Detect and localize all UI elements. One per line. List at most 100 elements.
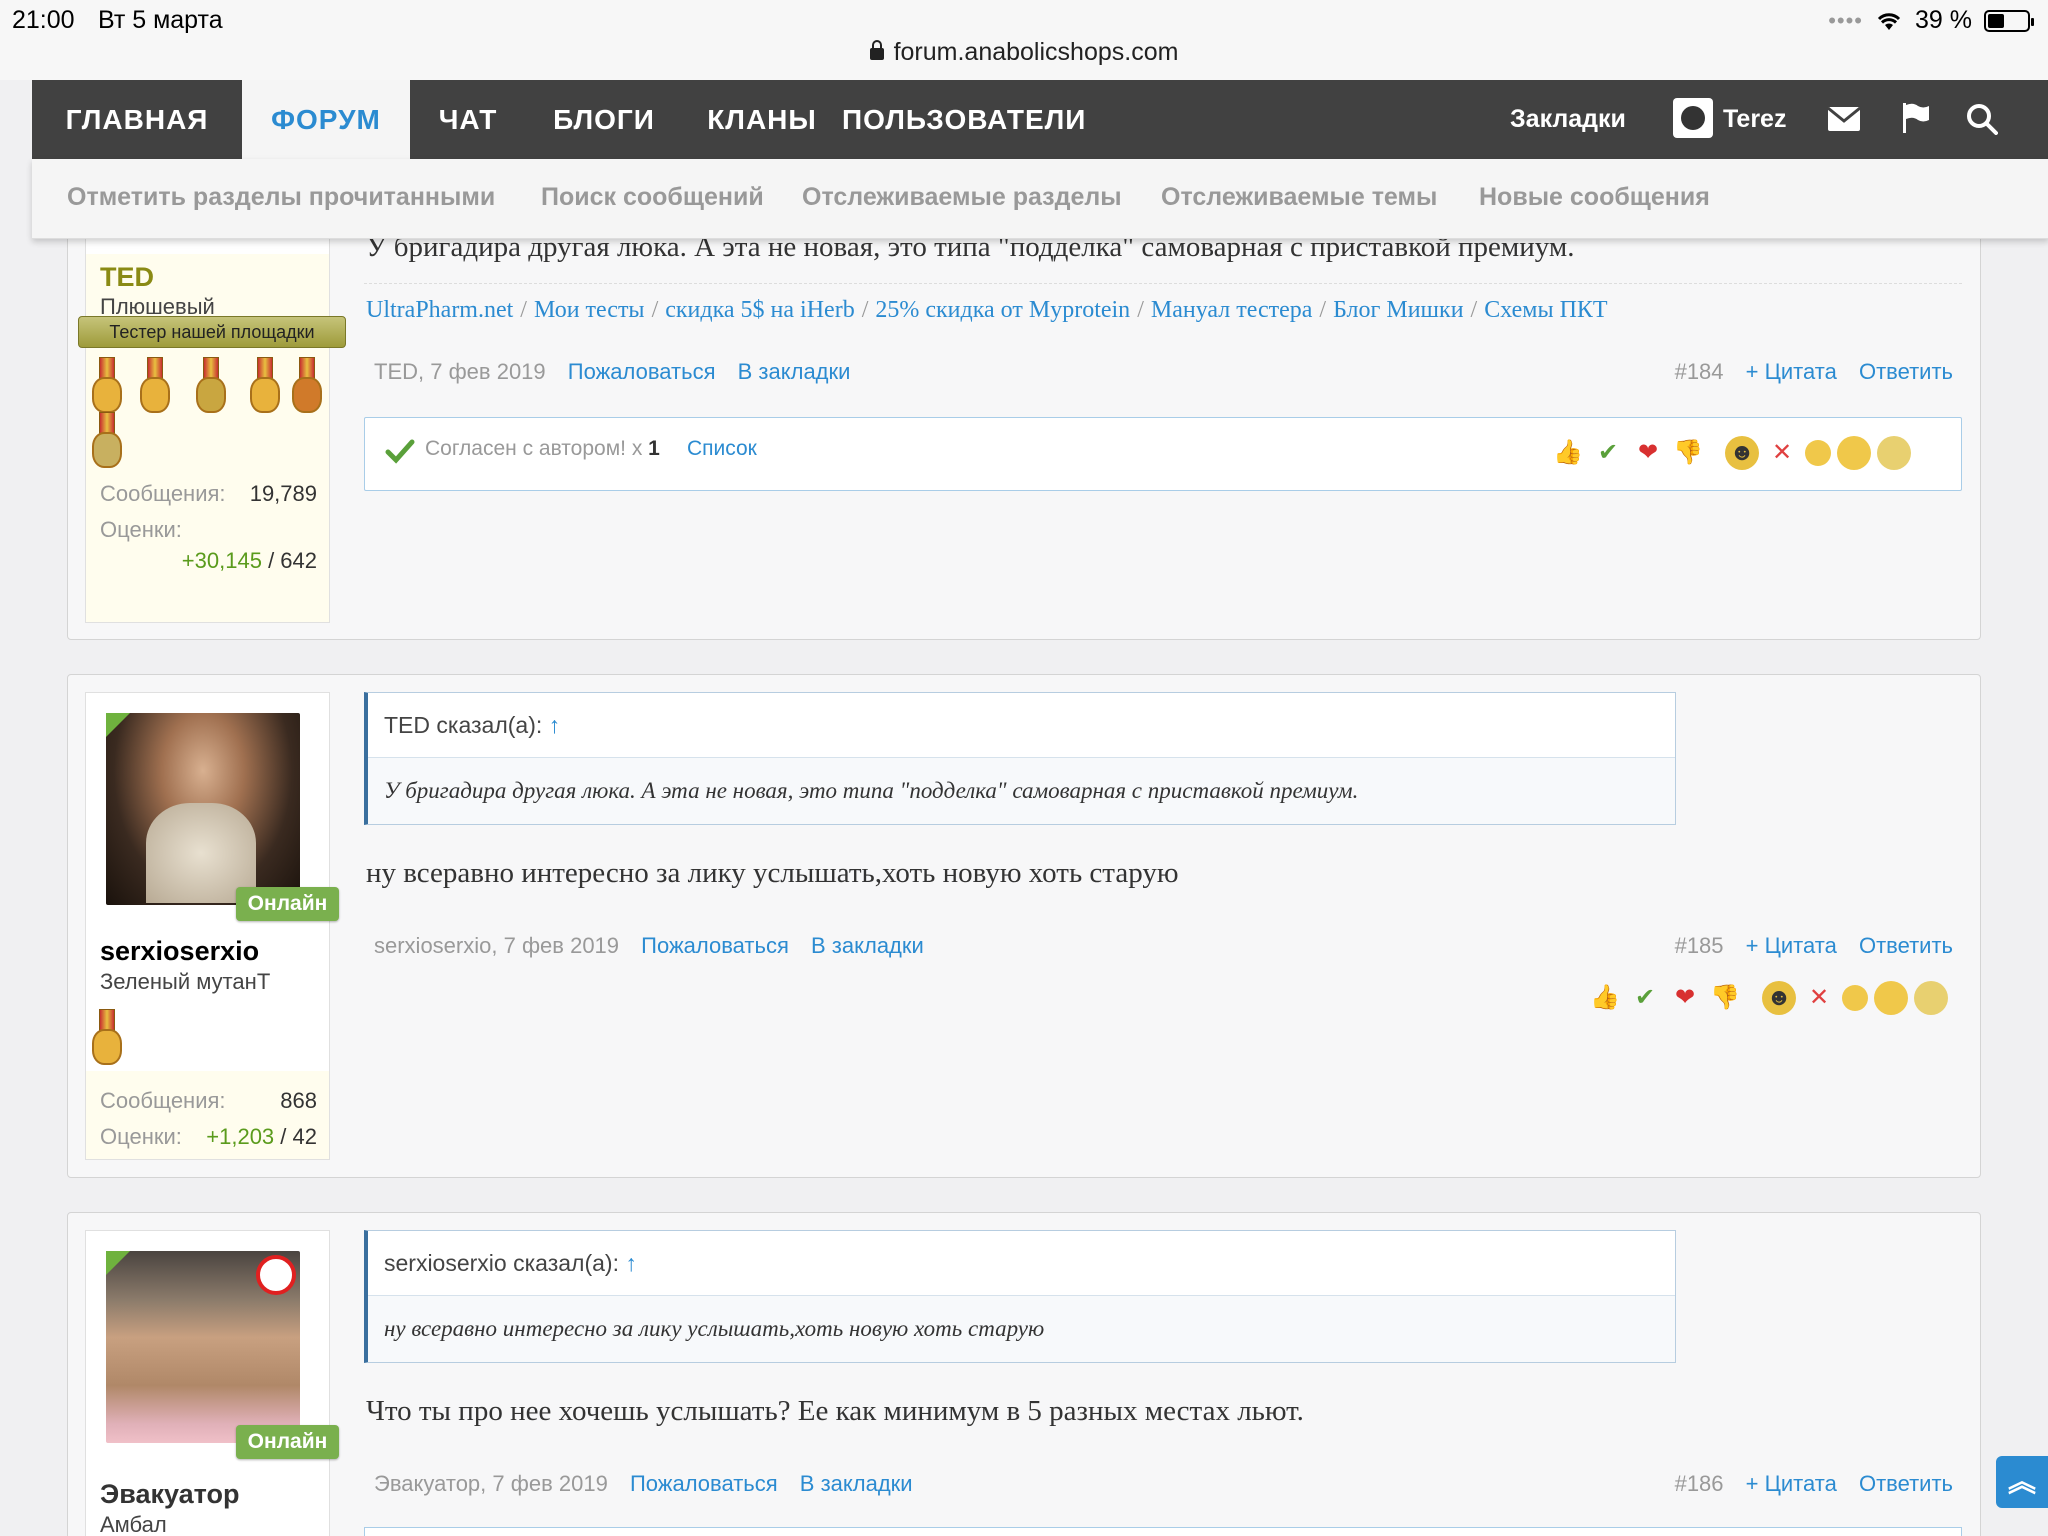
- agree-check-icon[interactable]: ✔: [1591, 436, 1625, 470]
- author-name[interactable]: Эвакуатор: [100, 1479, 240, 1510]
- user-info-ted: TED Плюшевый Тестер нашей площадки Сообщ…: [78, 177, 346, 623]
- post-number[interactable]: #185: [1675, 933, 1724, 958]
- post-186: Онлайн Эвакуатор Амбал serxioserxio сказ…: [67, 1212, 1981, 1536]
- messages-count[interactable]: 868: [280, 1088, 317, 1114]
- shocked-icon[interactable]: [1914, 981, 1948, 1015]
- likes-list-link[interactable]: Список: [687, 437, 757, 461]
- cross-icon[interactable]: ✕: [1802, 981, 1836, 1015]
- user-avatar[interactable]: [1673, 98, 1713, 138]
- tab-chat[interactable]: ЧАТ: [410, 80, 526, 159]
- sig-link[interactable]: Мои тесты: [534, 297, 645, 323]
- sig-link[interactable]: Мануал тестера: [1151, 297, 1313, 323]
- bookmark-link[interactable]: В закладки: [800, 1471, 913, 1496]
- watched-threads-link[interactable]: Отслеживаемые темы: [1161, 183, 1437, 212]
- sig-link[interactable]: Блог Мишки: [1333, 297, 1463, 323]
- post-byline[interactable]: Эвакуатор, 7 фев 2019: [374, 1471, 608, 1496]
- user-info-serxioserxio: Онлайн serxioserxio Зеленый мутанТ Сообщ…: [85, 692, 339, 1160]
- messages-count[interactable]: 19,789: [250, 481, 317, 507]
- sig-link[interactable]: UltraPharm.net: [366, 297, 513, 323]
- quote-block: serxioserxio сказал(а): ↑ ну всеравно ин…: [364, 1230, 1676, 1363]
- sig-link[interactable]: Схемы ПКТ: [1484, 297, 1607, 323]
- heart-icon[interactable]: ❤: [1668, 981, 1702, 1015]
- post-meta: TED, 7 фев 2019 Пожаловаться В закладки: [374, 359, 850, 385]
- post-number[interactable]: #186: [1675, 1471, 1724, 1496]
- wifi-icon: [1877, 12, 1901, 30]
- new-posts-link[interactable]: Новые сообщения: [1479, 183, 1710, 212]
- quote-author: TED сказал(а):: [384, 712, 543, 738]
- tab-forum[interactable]: ФОРУМ: [242, 80, 410, 159]
- post-byline[interactable]: serxioserxio, 7 фев 2019: [374, 933, 619, 958]
- bookmarks-link[interactable]: Закладки: [1510, 80, 1626, 159]
- watched-forums-link[interactable]: Отслеживаемые разделы: [802, 183, 1122, 212]
- award-icon: [90, 412, 124, 470]
- post-actions: #184 + Цитата Ответить: [1675, 359, 1953, 385]
- messages-label: Сообщения:: [100, 1088, 226, 1113]
- sig-link[interactable]: скидка 5$ на iHerb: [665, 297, 854, 323]
- soldier-smiley-icon[interactable]: ☻: [1725, 436, 1759, 470]
- author-name[interactable]: serxioserxio: [100, 936, 259, 967]
- cross-icon[interactable]: ✕: [1765, 436, 1799, 470]
- thumbs-up-icon[interactable]: 👍: [1588, 981, 1622, 1015]
- search-messages-link[interactable]: Поиск сообщений: [541, 183, 764, 212]
- shocked-icon[interactable]: [1877, 436, 1911, 470]
- tab-users[interactable]: ПОЛЬЗОВАТЕЛИ: [842, 80, 1086, 159]
- reply-button[interactable]: Ответить: [1859, 933, 1953, 958]
- avatar[interactable]: [106, 713, 300, 905]
- check-icon: [385, 439, 415, 464]
- award-icon: [194, 357, 228, 415]
- agree-check-icon[interactable]: ✔: [1628, 981, 1662, 1015]
- tab-home[interactable]: ГЛАВНАЯ: [32, 80, 242, 159]
- mail-icon[interactable]: [1827, 106, 1861, 132]
- online-corner: [106, 713, 130, 737]
- reactions: 👍 ✔ ❤ 👎 ☻ ✕: [1551, 436, 1911, 470]
- soldier-smiley-icon[interactable]: ☻: [1762, 981, 1796, 1015]
- award-icon: [90, 1009, 124, 1067]
- bookmark-link[interactable]: В закладки: [738, 359, 851, 384]
- mark-read-link[interactable]: Отметить разделы прочитанными: [67, 183, 495, 212]
- tab-blogs[interactable]: БЛОГИ: [526, 80, 682, 159]
- report-link[interactable]: Пожаловаться: [568, 359, 716, 384]
- quote-button[interactable]: + Цитата: [1746, 933, 1837, 958]
- thumbs-up-icon[interactable]: 👍: [1551, 436, 1585, 470]
- battery-percent: 39 %: [1915, 6, 1972, 34]
- flag-icon[interactable]: [1901, 102, 1931, 134]
- user-title: Зеленый мутанТ: [100, 969, 271, 994]
- sad-icon[interactable]: [1837, 436, 1871, 470]
- post-actions: #185 + Цитата Ответить: [1675, 933, 1953, 959]
- reply-button[interactable]: Ответить: [1859, 1471, 1953, 1496]
- online-badge: Онлайн: [236, 1425, 339, 1459]
- search-icon[interactable]: [1966, 103, 1998, 135]
- award-icon: [290, 357, 324, 415]
- author-name[interactable]: TED: [100, 262, 154, 293]
- reply-button[interactable]: Ответить: [1859, 359, 1953, 384]
- bookmark-link[interactable]: В закладки: [811, 933, 924, 958]
- scroll-to-top-button[interactable]: ︽: [1996, 1456, 2048, 1508]
- battery-icon: [1984, 9, 2034, 32]
- post-number[interactable]: #184: [1675, 359, 1724, 384]
- smile-icon[interactable]: [1805, 440, 1831, 466]
- heart-icon[interactable]: ❤: [1631, 436, 1665, 470]
- post-byline[interactable]: TED, 7 фев 2019: [374, 359, 546, 384]
- quote-header: serxioserxio сказал(а): ↑: [368, 1231, 1675, 1296]
- quote-header: TED сказал(а): ↑: [368, 693, 1675, 758]
- url-bar[interactable]: forum.anabolicshops.com: [0, 38, 2048, 67]
- report-link[interactable]: Пожаловаться: [630, 1471, 778, 1496]
- quote-jump-arrow-icon[interactable]: ↑: [549, 712, 561, 738]
- tab-clans[interactable]: КЛАНЫ: [682, 80, 842, 159]
- sig-link[interactable]: 25% скидка от Myprotein: [875, 297, 1130, 323]
- online-badge: Онлайн: [236, 887, 339, 921]
- report-link[interactable]: Пожаловаться: [641, 933, 789, 958]
- status-right: •••• 39 %: [1828, 6, 2034, 35]
- post-message: Что ты про нее хочешь услышать? Ее как м…: [366, 1395, 1304, 1427]
- quote-button[interactable]: + Цитата: [1746, 359, 1837, 384]
- quote-button[interactable]: + Цитата: [1746, 1471, 1837, 1496]
- user-menu[interactable]: Terez: [1723, 80, 1786, 159]
- smile-icon[interactable]: [1842, 985, 1868, 1011]
- ratings-value: +1,203 / 42: [206, 1124, 317, 1149]
- thumbs-down-icon[interactable]: 👎: [1671, 436, 1705, 470]
- sad-icon[interactable]: [1874, 981, 1908, 1015]
- quote-jump-arrow-icon[interactable]: ↑: [625, 1250, 637, 1276]
- avatar[interactable]: [106, 1251, 300, 1443]
- likes-bar: [364, 1527, 1962, 1536]
- thumbs-down-icon[interactable]: 👎: [1708, 981, 1742, 1015]
